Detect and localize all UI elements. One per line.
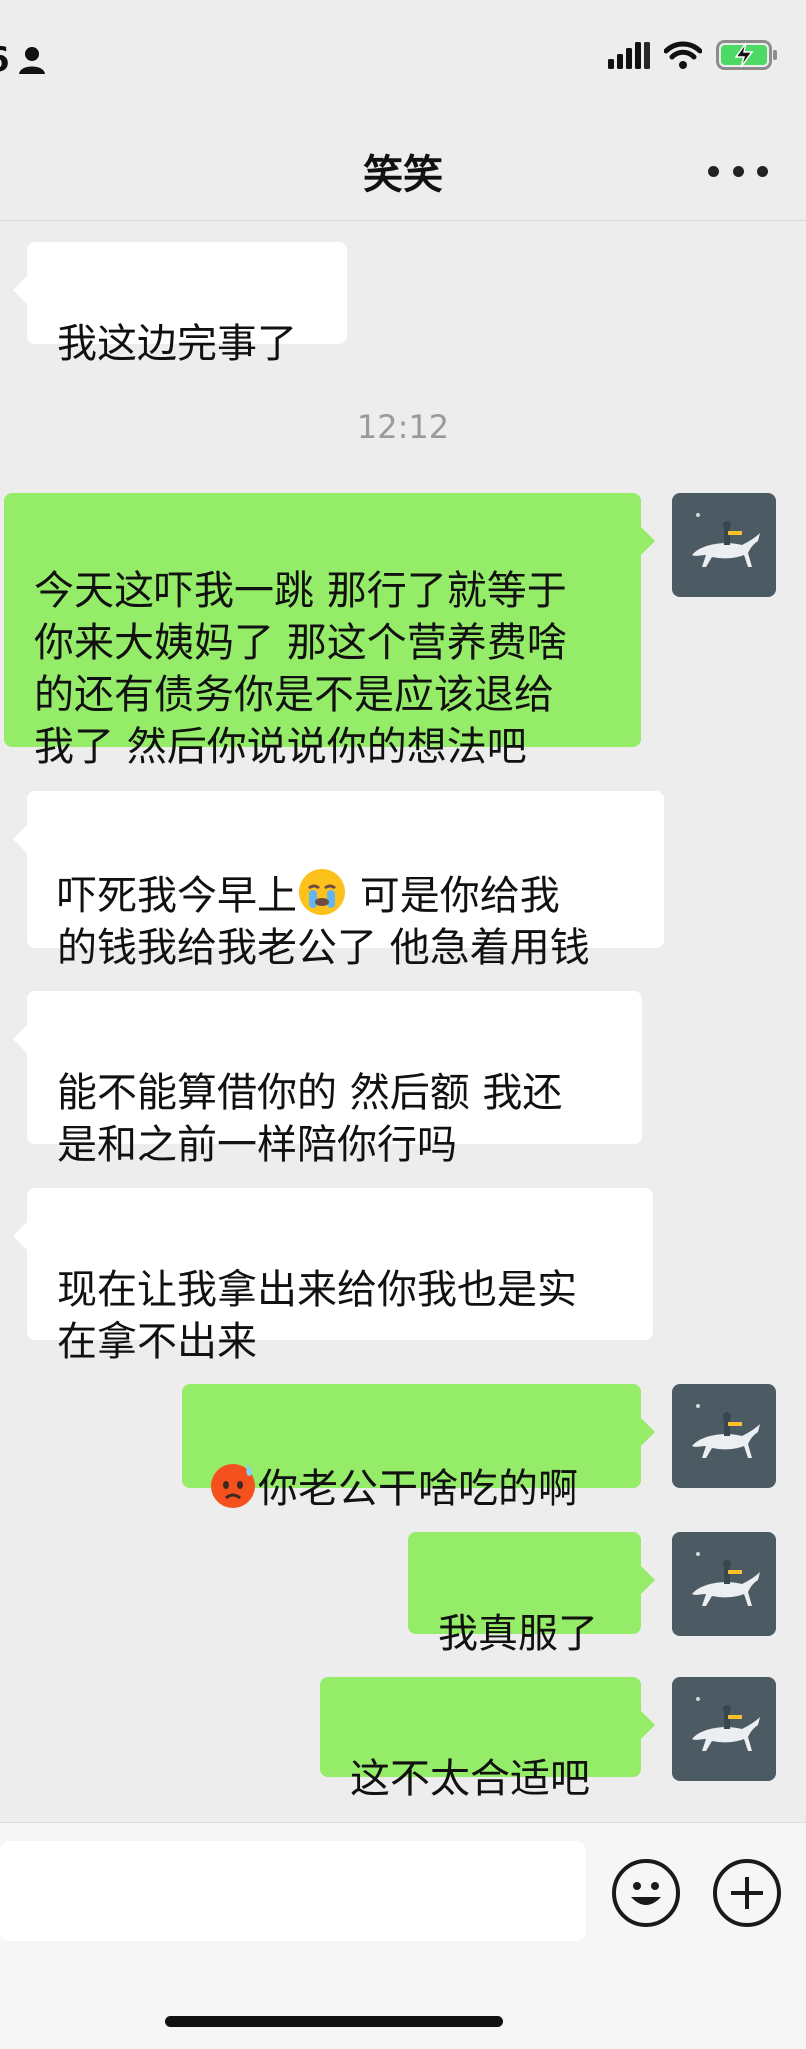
message-bubble-outgoing[interactable]: 你老公干啥吃的啊: [182, 1384, 655, 1512]
message-text: 你老公干啥吃的啊: [258, 1466, 578, 1512]
message-text: 我真服了: [438, 1611, 598, 1657]
person-icon: [18, 47, 45, 74]
message-bubble-outgoing[interactable]: 今天这吓我一跳 那行了就等于 你来大姨妈了 那这个营养费啥 的还有债务你是不是应…: [4, 493, 655, 770]
avatar[interactable]: [672, 1677, 776, 1781]
plus-button[interactable]: [713, 1859, 781, 1927]
message-bubble-incoming[interactable]: 吓死我今早上 可是你给我 的钱我给我老公了 他急着用钱: [13, 791, 664, 971]
message-text-before-emoji: 吓死我今早上: [57, 873, 297, 919]
message-text: 这不太合适吧: [350, 1756, 590, 1802]
message-bubble-outgoing[interactable]: 这不太合适吧: [320, 1677, 655, 1802]
message-bubble-incoming[interactable]: 能不能算借你的 然后额 我还 是和之前一样陪你行吗: [13, 991, 642, 1168]
battery-charging-icon: [716, 40, 777, 70]
avatar[interactable]: [672, 1532, 776, 1636]
avatar[interactable]: [672, 493, 776, 597]
message-text: 今天这吓我一跳 那行了就等于 你来大姨妈了 那这个营养费啥 的还有债务你是不是应…: [34, 568, 567, 770]
more-dots-icon[interactable]: [708, 156, 768, 186]
smiley-icon: [631, 1882, 661, 1905]
chat-header: 笑笑: [0, 120, 806, 221]
home-indicator[interactable]: [165, 2016, 503, 2027]
status-bar: 6: [0, 0, 806, 120]
message-bubble-incoming[interactable]: 我这边完事了: [13, 242, 347, 367]
message-bubble-outgoing[interactable]: 我真服了: [408, 1532, 655, 1657]
message-input-bar: [0, 1822, 806, 2049]
message-text: 能不能算借你的 然后额 我还 是和之前一样陪你行吗: [57, 1070, 563, 1168]
crying-emoji-icon: [299, 869, 345, 915]
wifi-icon: [664, 41, 702, 69]
emoji-button[interactable]: [612, 1859, 680, 1927]
worried-sweat-emoji-icon: [211, 1464, 255, 1508]
message-text: 现在让我拿出来给你我也是实 在拿不出来: [57, 1267, 577, 1365]
message-text: 我这边完事了: [57, 321, 297, 367]
message-input[interactable]: [0, 1841, 586, 1941]
chat-timestamp: 12:12: [356, 408, 450, 446]
message-bubble-incoming[interactable]: 现在让我拿出来给你我也是实 在拿不出来: [13, 1188, 653, 1365]
status-time: 6: [0, 40, 10, 80]
avatar[interactable]: [672, 1384, 776, 1488]
cellular-signal-icon: [608, 42, 650, 69]
chat-title: 笑笑: [363, 152, 443, 198]
plus-icon: [731, 1877, 763, 1909]
